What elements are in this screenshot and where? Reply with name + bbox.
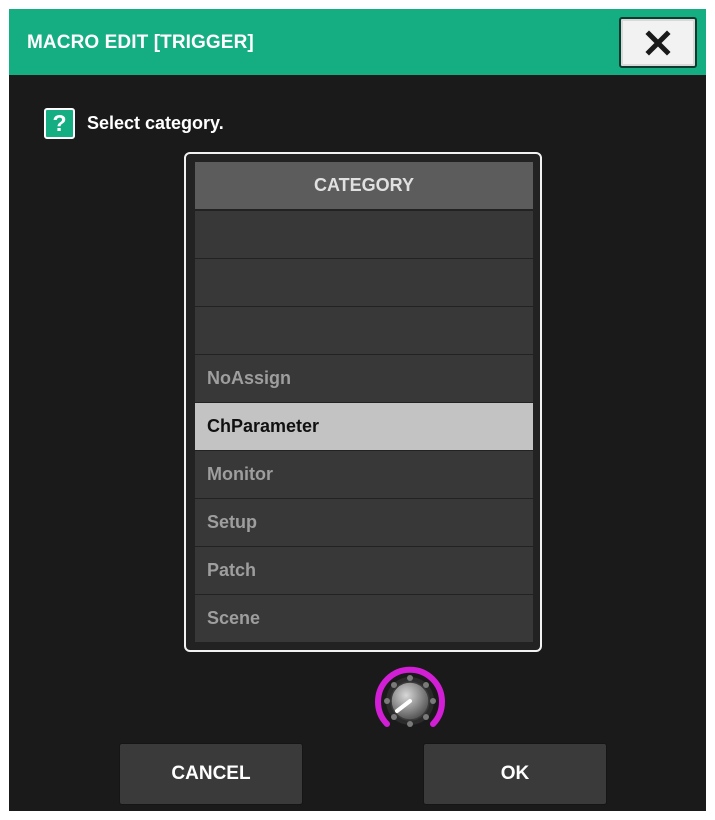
category-list-item[interactable] xyxy=(195,210,533,258)
category-list-item[interactable]: Setup xyxy=(195,498,533,546)
category-list-item[interactable]: Monitor xyxy=(195,450,533,498)
category-list-item[interactable] xyxy=(195,258,533,306)
cancel-button[interactable]: CANCEL xyxy=(119,743,303,805)
category-list-item[interactable]: NoAssign xyxy=(195,354,533,402)
category-list-body: NoAssign ChParameter Monitor Setup Patch Scen… xyxy=(195,210,533,642)
help-row: ? Select category. xyxy=(44,106,224,140)
close-button[interactable] xyxy=(619,17,697,68)
ok-button[interactable]: OK xyxy=(423,743,607,805)
category-list-item[interactable] xyxy=(195,306,533,354)
category-list-header: CATEGORY xyxy=(195,162,533,209)
help-question-icon: ? xyxy=(44,107,75,139)
close-x-icon xyxy=(645,29,671,56)
help-text: Select category. xyxy=(87,112,224,133)
category-list-item[interactable]: Scene xyxy=(195,594,533,642)
dialog-title: MACRO EDIT [TRIGGER] xyxy=(27,32,254,53)
macro-edit-dialog: MACRO EDIT [TRIGGER] ? Select category. … xyxy=(9,9,706,811)
category-list[interactable]: CATEGORY NoAssign ChParameter Monitor Setup… xyxy=(184,152,542,652)
category-list-item[interactable]: ChParameter xyxy=(195,402,533,450)
title-bar: MACRO EDIT [TRIGGER] xyxy=(9,9,706,75)
rotary-encoder-icon[interactable] xyxy=(370,661,450,741)
category-list-item[interactable]: Patch xyxy=(195,546,533,594)
